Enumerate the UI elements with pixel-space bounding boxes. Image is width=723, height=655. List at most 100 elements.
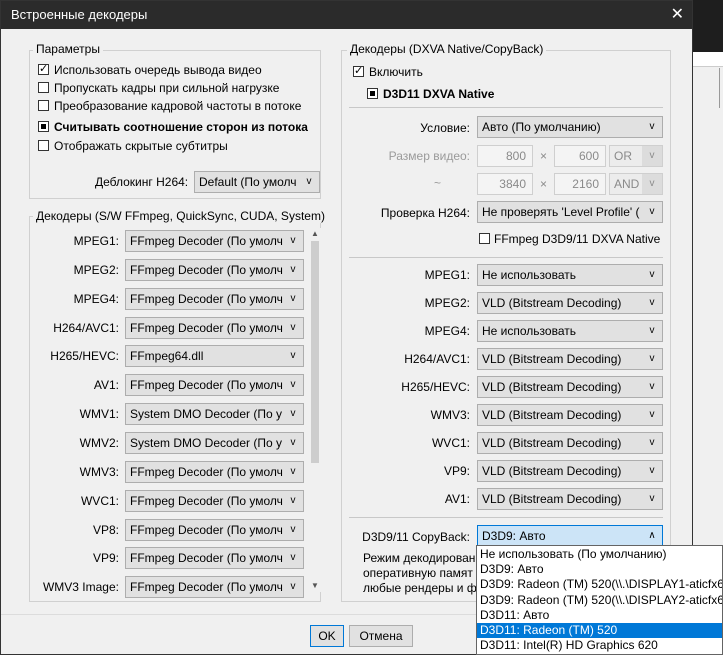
background-titlebar	[693, 0, 723, 52]
size2-height-field[interactable]: 2160	[554, 173, 606, 195]
dxva-enable-label[interactable]: Включить	[369, 65, 423, 79]
params-checkbox-0[interactable]	[38, 62, 49, 75]
dxva-decoder-select[interactable]: VLD (Bitstream Decoding) v	[477, 488, 663, 510]
dropdown-option[interactable]: Не использовать (По умолчанию)	[477, 547, 722, 562]
chevron-down-icon: v	[283, 317, 303, 338]
copyback-dropdown-list[interactable]: Не использовать (По умолчанию) D3D9: Авто…	[476, 545, 723, 655]
sw-decoder-value: FFmpeg Decoder (По умолч	[130, 320, 283, 335]
ffmpeg-native-label[interactable]: FFmpeg D3D9/11 DXVA Native	[494, 232, 660, 246]
dxva-decoder-label: MPEG2:	[424, 296, 470, 310]
chevron-down-icon: v	[299, 172, 319, 192]
copyback-label: D3D9/11 CopyBack:	[362, 530, 470, 544]
scroll-up-icon[interactable]: ▲	[309, 228, 321, 240]
sw-decoder-select[interactable]: FFmpeg Decoder (По умолч v	[125, 316, 304, 339]
chevron-down-icon: v	[642, 489, 662, 509]
size2-op-select[interactable]: AND v	[609, 173, 663, 195]
chevron-down-icon: v	[642, 405, 662, 425]
sw-decoder-select[interactable]: FFmpeg64.dll v	[125, 345, 304, 368]
dxva-decoder-value: VLD (Bitstream Decoding)	[482, 296, 622, 310]
params-checkbox-1[interactable]	[38, 82, 49, 93]
sw-decoder-select[interactable]: FFmpeg Decoder (По умолч v	[125, 489, 304, 512]
copyback-desc-line3: любые рендеры и фи	[363, 581, 484, 595]
condition-select[interactable]: Авто (По умолчанию) v	[477, 116, 663, 138]
size1-op-select[interactable]: OR v	[609, 145, 663, 167]
scroll-down-icon[interactable]: ▼	[309, 580, 321, 592]
dropdown-option[interactable]: D3D11: Intel(R) HD Graphics 620	[477, 638, 722, 653]
dxva-enable-checkbox[interactable]	[353, 64, 364, 77]
sw-decoder-select[interactable]: FFmpeg Decoder (По умолч v	[125, 287, 304, 310]
sw-decoder-value: System DMO Decoder (По у	[130, 435, 282, 450]
scroll-thumb[interactable]	[311, 241, 319, 463]
sw-decoder-select[interactable]: FFmpeg Decoder (По умолч v	[125, 547, 304, 570]
chevron-down-icon: v	[283, 404, 303, 425]
size1-height-field[interactable]: 600	[554, 145, 606, 167]
dxva-decoder-value: VLD (Bitstream Decoding)	[482, 464, 622, 478]
dxva-decoder-label: WMV3:	[430, 408, 470, 422]
dxva-decoder-select[interactable]: VLD (Bitstream Decoding) v	[477, 292, 663, 314]
dxva-decoder-select[interactable]: VLD (Bitstream Decoding) v	[477, 460, 663, 482]
sw-decoder-select[interactable]: FFmpeg Decoder (По умолч v	[125, 460, 304, 483]
dxva-decoder-select[interactable]: VLD (Bitstream Decoding) v	[477, 432, 663, 454]
ffmpeg-native-checkbox[interactable]	[479, 233, 490, 244]
sw-decoder-value: FFmpeg Decoder (По умолч	[130, 493, 283, 508]
size1-width-field[interactable]: 800	[477, 145, 533, 167]
dxva-native-label[interactable]: D3D11 DXVA Native	[383, 87, 494, 101]
copyback-select[interactable]: D3D9: Авто ∧	[477, 525, 663, 547]
sw-decoder-value: FFmpeg Decoder (По умолч	[130, 580, 283, 595]
dropdown-option[interactable]: D3D9: Radeon (TM) 520(\\.\DISPLAY1-aticf…	[477, 577, 722, 592]
sw-decoder-select[interactable]: FFmpeg Decoder (По умолч v	[125, 576, 304, 599]
sw-decoder-label: WVC1:	[80, 493, 119, 508]
h264-check-label: Проверка H264:	[380, 206, 470, 220]
sw-decoder-select[interactable]: FFmpeg Decoder (По умолч v	[125, 230, 304, 252]
dropdown-option[interactable]: D3D9: Radeon (TM) 520(\\.\DISPLAY2-aticf…	[477, 593, 722, 608]
sw-decoder-select[interactable]: System DMO Decoder (По уv	[125, 403, 304, 426]
params-checkbox-label[interactable]: Отображать скрытые субтитры	[54, 139, 228, 153]
params-checkbox-2[interactable]	[38, 100, 49, 111]
dxva-decoder-value: VLD (Bitstream Decoding)	[482, 436, 622, 450]
dxva-decoder-select[interactable]: VLD (Bitstream Decoding) v	[477, 376, 663, 398]
times-glyph: ×	[540, 149, 548, 163]
chevron-down-icon: v	[642, 461, 662, 481]
params-checkbox-label[interactable]: Считывать соотношение сторон из потока	[54, 120, 308, 134]
dxva-decoder-select[interactable]: VLD (Bitstream Decoding) v	[477, 404, 663, 426]
chevron-down-icon: v	[283, 231, 303, 251]
dropdown-option[interactable]: D3D11: Radeon (TM) 520	[477, 623, 722, 638]
size2-width-field[interactable]: 3840	[477, 173, 533, 195]
params-checkbox-4[interactable]	[38, 140, 49, 151]
params-checkbox-label[interactable]: Преобразование кадровой частоты в потоке	[54, 99, 301, 113]
title-bar: Встроенные декодеры ✕	[1, 1, 692, 29]
sw-decoder-value: System DMO Decoder (По у	[130, 407, 282, 422]
sw-decoder-select[interactable]: FFmpeg Decoder (По умолч v	[125, 518, 304, 541]
h264-check-select[interactable]: Не проверять 'Level Profile' ( v	[477, 201, 663, 223]
video-size-label: Размер видео:	[388, 149, 470, 163]
dxva-decoder-select[interactable]: VLD (Bitstream Decoding) v	[477, 348, 663, 370]
chevron-down-icon: v	[283, 259, 303, 280]
size1-op-value: OR	[614, 149, 632, 163]
dropdown-option[interactable]: D3D9: Авто	[477, 562, 722, 577]
sw-decoder-select[interactable]: System DMO Decoder (По уv	[125, 431, 304, 454]
chevron-down-icon: v	[642, 377, 662, 397]
dxva-decoder-label: MPEG1:	[424, 268, 470, 282]
cancel-button[interactable]: Отмена	[349, 625, 413, 647]
sw-decoder-label: H264/AVC1:	[53, 320, 119, 335]
chevron-down-icon: v	[642, 349, 662, 369]
sw-decoder-select[interactable]: FFmpeg Decoder (По умолч v	[125, 258, 304, 281]
params-checkbox-label[interactable]: Использовать очередь вывода видео	[54, 63, 262, 77]
dxva-decoder-select[interactable]: Не использовать v	[477, 320, 663, 342]
sw-decoder-select[interactable]: FFmpeg Decoder (По умолч v	[125, 374, 304, 397]
sw-decoder-label: MPEG1:	[73, 234, 119, 248]
window-title: Встроенные декодеры	[11, 7, 148, 22]
params-checkbox-label[interactable]: Пропускать кадры при сильной нагрузке	[54, 81, 279, 95]
dxva-native-checkbox[interactable]	[367, 88, 378, 99]
chevron-down-icon: v	[283, 577, 303, 598]
dxva-decoder-select[interactable]: Не использовать v	[477, 264, 663, 286]
chevron-down-icon: v	[283, 519, 303, 540]
close-icon[interactable]: ✕	[671, 4, 684, 24]
ok-button[interactable]: OK	[310, 625, 344, 647]
deblock-select[interactable]: Default (По умолч v	[194, 171, 320, 193]
params-checkbox-3[interactable]	[38, 121, 49, 132]
sw-decoders-scrollbar[interactable]: ▲ ▼	[309, 228, 321, 592]
dropdown-option[interactable]: D3D11: Авто	[477, 608, 722, 623]
sw-decoder-label: H265/HEVC:	[50, 349, 119, 364]
dxva-decoder-label: H264/AVC1:	[404, 352, 470, 366]
